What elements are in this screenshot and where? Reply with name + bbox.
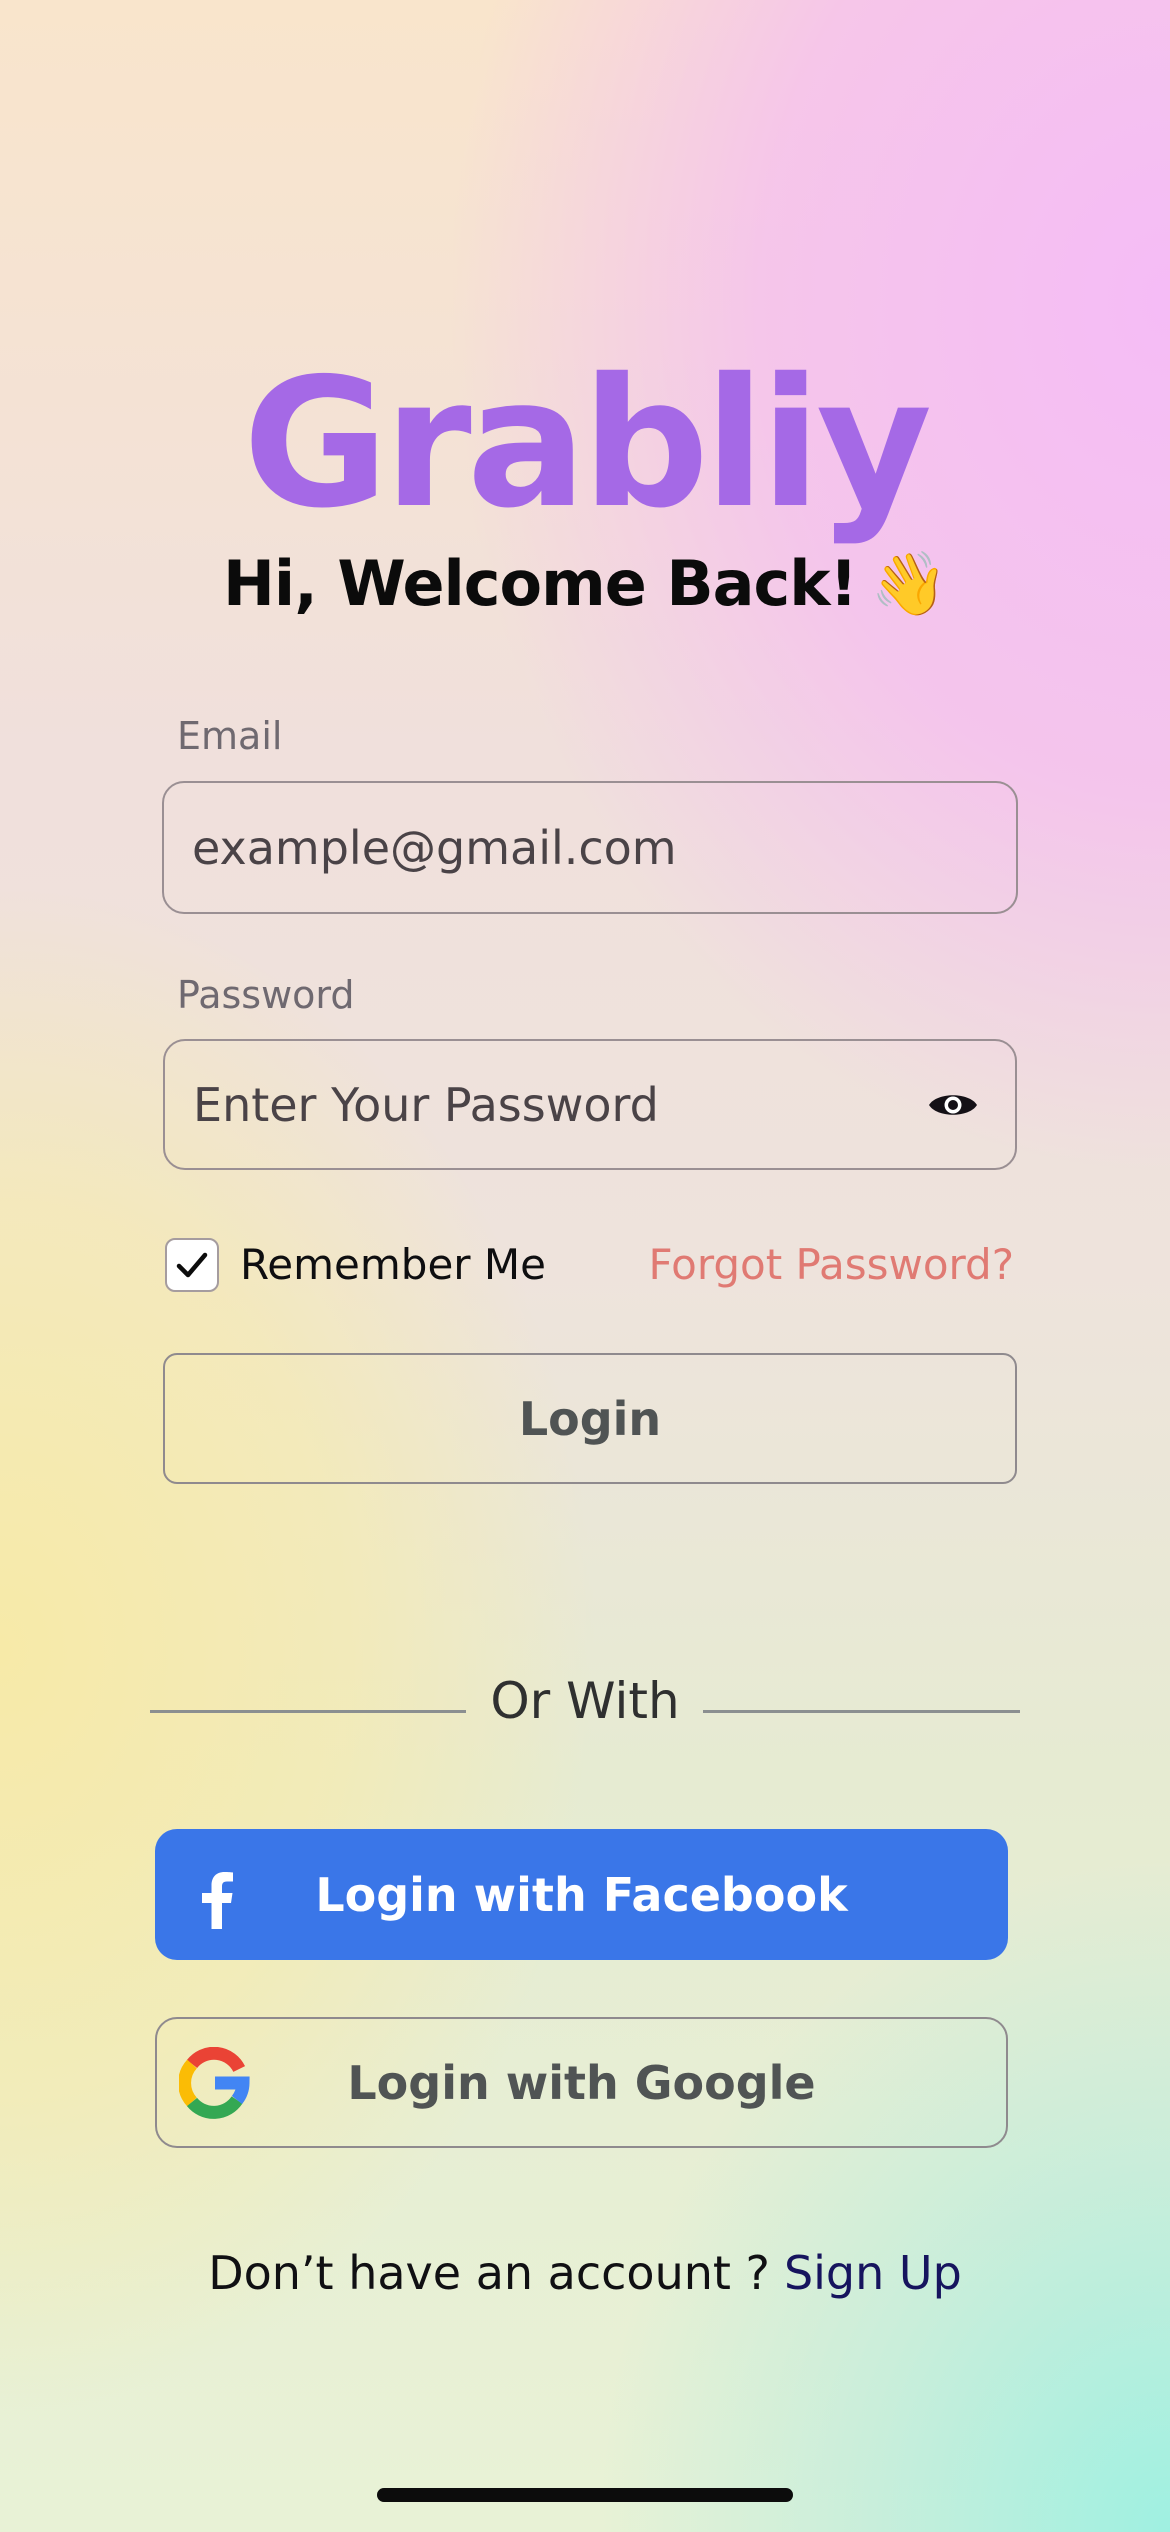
app-logo-text: Grabliy: [242, 340, 932, 547]
divider-label: Or With: [490, 1672, 680, 1730]
welcome-text: Hi, Welcome Back!: [223, 547, 858, 620]
remember-checkbox[interactable]: [165, 1238, 219, 1292]
email-field[interactable]: example@gmail.com: [162, 781, 1018, 914]
checkmark-icon: [176, 1252, 208, 1278]
signup-link[interactable]: Sign Up: [784, 2246, 962, 2300]
eye-icon[interactable]: [927, 1089, 979, 1121]
facebook-icon: [202, 1872, 233, 1929]
password-field[interactable]: Enter Your Password: [163, 1039, 1017, 1170]
divider-line-right: [703, 1710, 1020, 1713]
facebook-login-label: Login with Facebook: [315, 1867, 848, 1922]
login-button[interactable]: Login: [163, 1353, 1017, 1484]
forgot-password-link[interactable]: Forgot Password?: [648, 1244, 1014, 1286]
home-indicator[interactable]: [377, 2488, 793, 2502]
remember-me-label[interactable]: Remember Me: [240, 1244, 546, 1286]
facebook-login-button[interactable]: Login with Facebook: [155, 1829, 1008, 1960]
email-label: Email: [177, 714, 283, 758]
waving-hand-icon: 👋: [870, 547, 948, 620]
google-login-label: Login with Google: [347, 2055, 816, 2110]
signup-row: Don’t have an account ? Sign Up: [0, 2250, 1170, 2296]
welcome-heading: Hi, Welcome Back! 👋: [0, 553, 1170, 615]
signup-question: Don’t have an account ?: [208, 2246, 770, 2300]
google-login-button[interactable]: Login with Google: [155, 2017, 1008, 2148]
google-icon: [179, 2047, 250, 2119]
login-button-label: Login: [518, 1391, 662, 1446]
password-placeholder: Enter Your Password: [193, 1077, 659, 1132]
login-screen: Grabliy Hi, Welcome Back! 👋 Email example…: [0, 0, 1170, 2532]
email-placeholder: example@gmail.com: [192, 820, 677, 875]
password-label: Password: [177, 973, 355, 1017]
